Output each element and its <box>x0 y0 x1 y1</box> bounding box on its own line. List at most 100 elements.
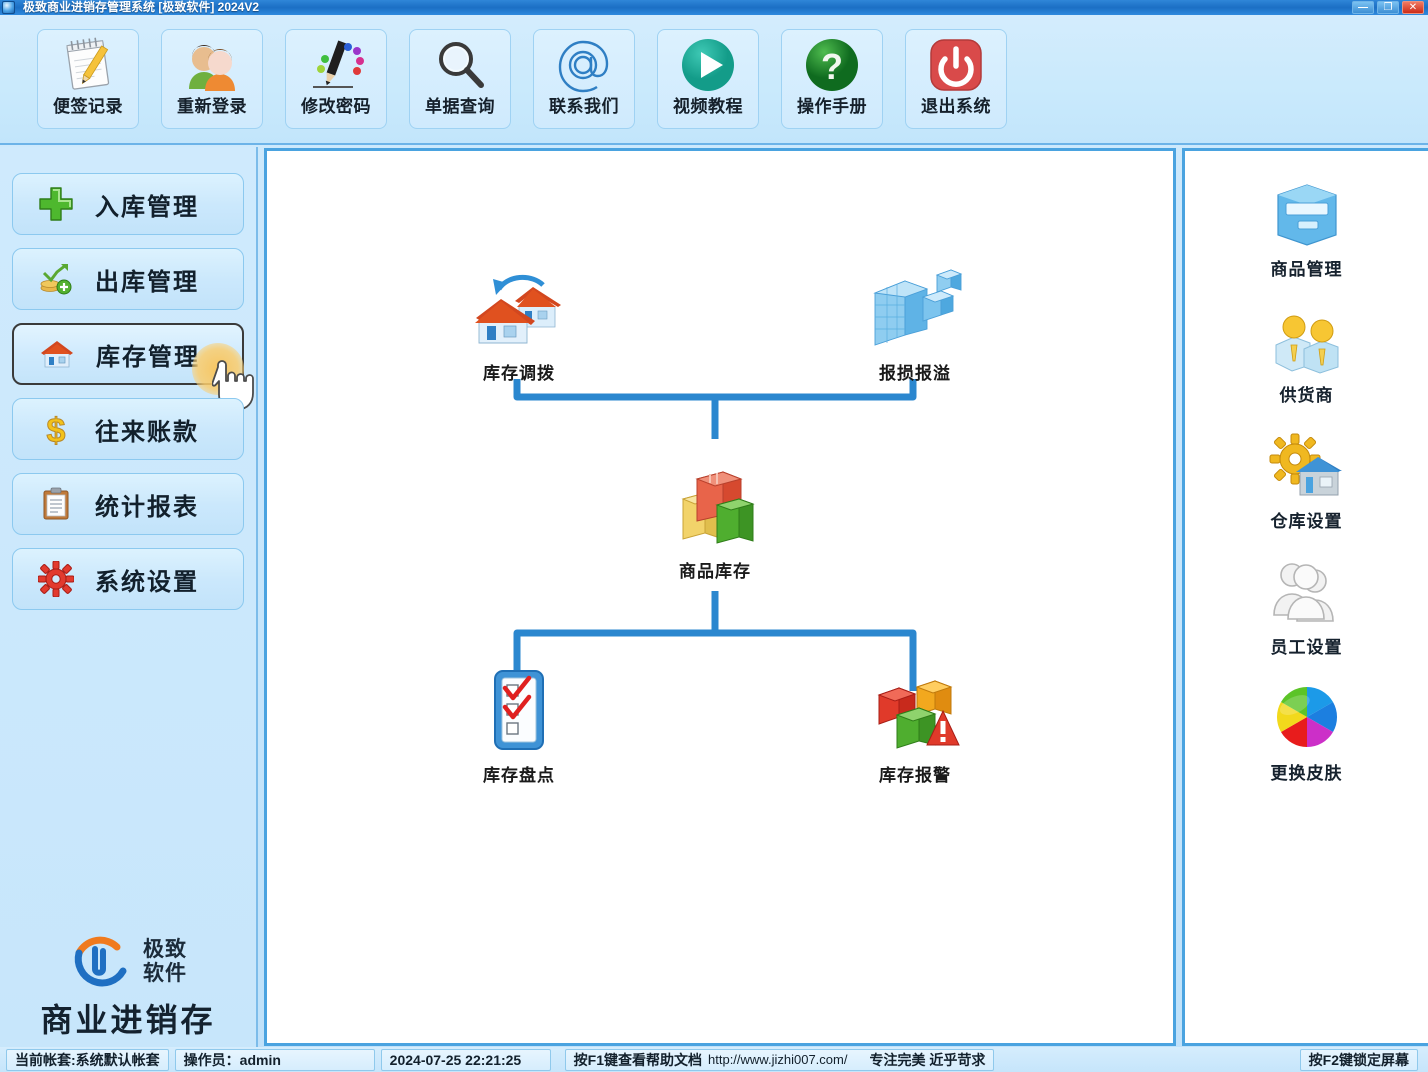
toolbar-button-contact-us[interactable]: 联系我们 <box>533 29 635 129</box>
sidebar-item-label: 往来账款 <box>95 418 199 446</box>
colored-boxes-icon <box>665 459 765 551</box>
diagram-node-stock[interactable]: 商品库存 <box>640 459 790 582</box>
dollar-sign-icon: $ <box>37 410 75 448</box>
at-sign-icon <box>552 36 616 96</box>
shortcut-change-skin[interactable]: 更换皮肤 <box>1232 679 1382 805</box>
status-account: 当前帐套:系统默认帐套 <box>6 1048 169 1071</box>
status-bar: 当前帐套:系统默认帐套 操作员：admin 2024-07-25 22:21:2… <box>0 1047 1428 1072</box>
toolbar-button-document-query[interactable]: 单据查询 <box>409 29 511 129</box>
toolbar-button-change-password[interactable]: 修改密码 <box>285 29 387 129</box>
maximize-icon: ❐ <box>1383 1 1393 13</box>
toolbar-label: 操作手册 <box>797 97 867 116</box>
sidebar-item-reports[interactable]: 统计报表 <box>12 473 244 535</box>
main-toolbar: 便签记录 重新登录 修改密码 单据查询 联系我们 视频教程 ? 操作手册 退出系… <box>0 15 1428 145</box>
two-houses-arrow-icon <box>469 261 569 353</box>
two-users-icon <box>180 36 244 96</box>
minimize-button[interactable]: — <box>1352 1 1374 14</box>
jizhi-logo-mark <box>74 936 127 987</box>
shortcut-supplier[interactable]: 供货商 <box>1232 301 1382 427</box>
color-wheel-icon <box>1268 679 1346 757</box>
money-chart-up-icon <box>37 260 75 298</box>
shortcut-product-management[interactable]: 商品管理 <box>1232 175 1382 301</box>
status-slogan: 专注完美 近乎苛求 <box>869 1051 986 1068</box>
blue-blocks-icon <box>865 261 965 353</box>
sidebar-item-outbound[interactable]: 出库管理 <box>12 248 244 310</box>
sidebar-item-label: 系统设置 <box>95 568 199 596</box>
shortcut-label: 员工设置 <box>1270 638 1343 657</box>
close-button[interactable]: ✕ <box>1402 1 1424 14</box>
toolbar-button-video-tutorial[interactable]: 视频教程 <box>657 29 759 129</box>
toolbar-button-notes[interactable]: 便签记录 <box>37 29 139 129</box>
gear-warehouse-icon <box>1268 427 1346 505</box>
grey-people-icon <box>1268 553 1346 631</box>
status-lock-screen[interactable]: 按F2键锁定屏幕 <box>1299 1048 1418 1071</box>
status-help-text: 按F1键查看帮助文档 <box>573 1051 703 1068</box>
checklist-clipboard-icon <box>469 663 569 755</box>
green-plus-icon <box>37 185 75 223</box>
red-gear-icon <box>37 560 75 598</box>
minimize-icon: — <box>1358 1 1368 13</box>
notepad-pencil-icon <box>56 36 120 96</box>
sidebar-item-label: 库存管理 <box>96 343 200 371</box>
sidebar-item-label: 统计报表 <box>95 493 199 521</box>
svg-text:?: ? <box>821 46 843 87</box>
question-circle-icon: ? <box>800 36 864 96</box>
diagram-node-count[interactable]: 库存盘点 <box>444 663 594 786</box>
sidebar-item-inventory[interactable]: 库存管理 <box>12 323 254 410</box>
house-icon <box>38 335 76 373</box>
left-sidebar: 入库管理 出库管理 库存管理 $ 往来账款 统计报表 系统设置 极致 软件 商业… <box>0 147 258 1047</box>
diagram-node-label: 报损报溢 <box>879 364 951 383</box>
diagram-node-loss-gain[interactable]: 报损报溢 <box>840 261 990 384</box>
shortcut-warehouse-settings[interactable]: 仓库设置 <box>1232 427 1382 553</box>
toolbar-button-relogin[interactable]: 重新登录 <box>161 29 263 129</box>
right-shortcut-panel: 商品管理 供货商 仓库设置 员工设置 更换皮肤 <box>1182 148 1428 1046</box>
toolbar-button-manual[interactable]: ? 操作手册 <box>781 29 883 129</box>
window-title: 极致商业进销存管理系统 [极致软件] 2024V2 <box>23 0 260 14</box>
toolbar-label: 修改密码 <box>301 97 371 116</box>
toolbar-label: 便签记录 <box>53 97 123 116</box>
toolbar-button-exit[interactable]: 退出系统 <box>905 29 1007 129</box>
power-off-icon <box>924 36 988 96</box>
magnifier-icon <box>428 36 492 96</box>
logo-line1: 极致 <box>143 938 187 962</box>
application-window: 极致商业进销存管理系统 [极致软件] 2024V2 — ❐ ✕ 便签记录 重新登… <box>0 0 1428 1072</box>
shortcut-employee-settings[interactable]: 员工设置 <box>1232 553 1382 679</box>
diagram-node-label: 库存盘点 <box>483 766 555 785</box>
status-url[interactable]: http://www.jizhi007.com/ <box>708 1052 847 1067</box>
logo-line2: 软件 <box>143 962 187 985</box>
blue-drawer-icon <box>1268 175 1346 253</box>
brand-logo: 极致 软件 商业进销存 <box>0 931 256 1041</box>
window-controls: — ❐ ✕ <box>1352 1 1424 14</box>
logo-main-text: 商业进销存 <box>40 1002 216 1038</box>
clipboard-icon <box>37 485 75 523</box>
status-datetime: 2024-07-25 22:21:25 <box>380 1048 551 1071</box>
sidebar-item-settings[interactable]: 系统设置 <box>12 548 244 610</box>
connector-lines <box>513 379 917 691</box>
diagram-node-label: 库存报警 <box>879 766 951 785</box>
shortcut-label: 供货商 <box>1279 386 1334 405</box>
svg-text:$: $ <box>47 412 66 447</box>
two-persons-tie-icon <box>1268 301 1346 379</box>
toolbar-label: 联系我们 <box>549 97 619 116</box>
sidebar-item-inbound[interactable]: 入库管理 <box>12 173 244 235</box>
toolbar-label: 视频教程 <box>673 97 743 116</box>
sidebar-item-label: 出库管理 <box>95 268 199 296</box>
sidebar-item-label: 入库管理 <box>95 193 199 221</box>
toolbar-label: 重新登录 <box>177 97 247 116</box>
status-operator: 操作员：admin <box>174 1048 375 1071</box>
app-icon <box>2 1 15 14</box>
maximize-button[interactable]: ❐ <box>1377 1 1399 14</box>
diagram-node-transfer[interactable]: 库存调拨 <box>444 261 594 384</box>
shortcut-label: 商品管理 <box>1270 260 1343 279</box>
toolbar-label: 退出系统 <box>921 97 991 116</box>
play-circle-icon <box>676 36 740 96</box>
shortcut-label: 更换皮肤 <box>1270 764 1343 783</box>
title-bar: 极致商业进销存管理系统 [极致软件] 2024V2 — ❐ ✕ <box>0 0 1428 15</box>
inventory-flow-diagram: 库存调拨 报损报溢 商品库存 库存盘点 库存报警 <box>267 151 1173 1043</box>
diagram-node-alert[interactable]: 库存报警 <box>840 663 990 786</box>
diagram-node-label: 商品库存 <box>679 562 751 581</box>
sidebar-item-accounts[interactable]: $ 往来账款 <box>12 398 244 460</box>
toolbar-label: 单据查询 <box>425 97 495 116</box>
shortcut-label: 仓库设置 <box>1270 512 1343 531</box>
pencil-palette-icon <box>304 36 368 96</box>
